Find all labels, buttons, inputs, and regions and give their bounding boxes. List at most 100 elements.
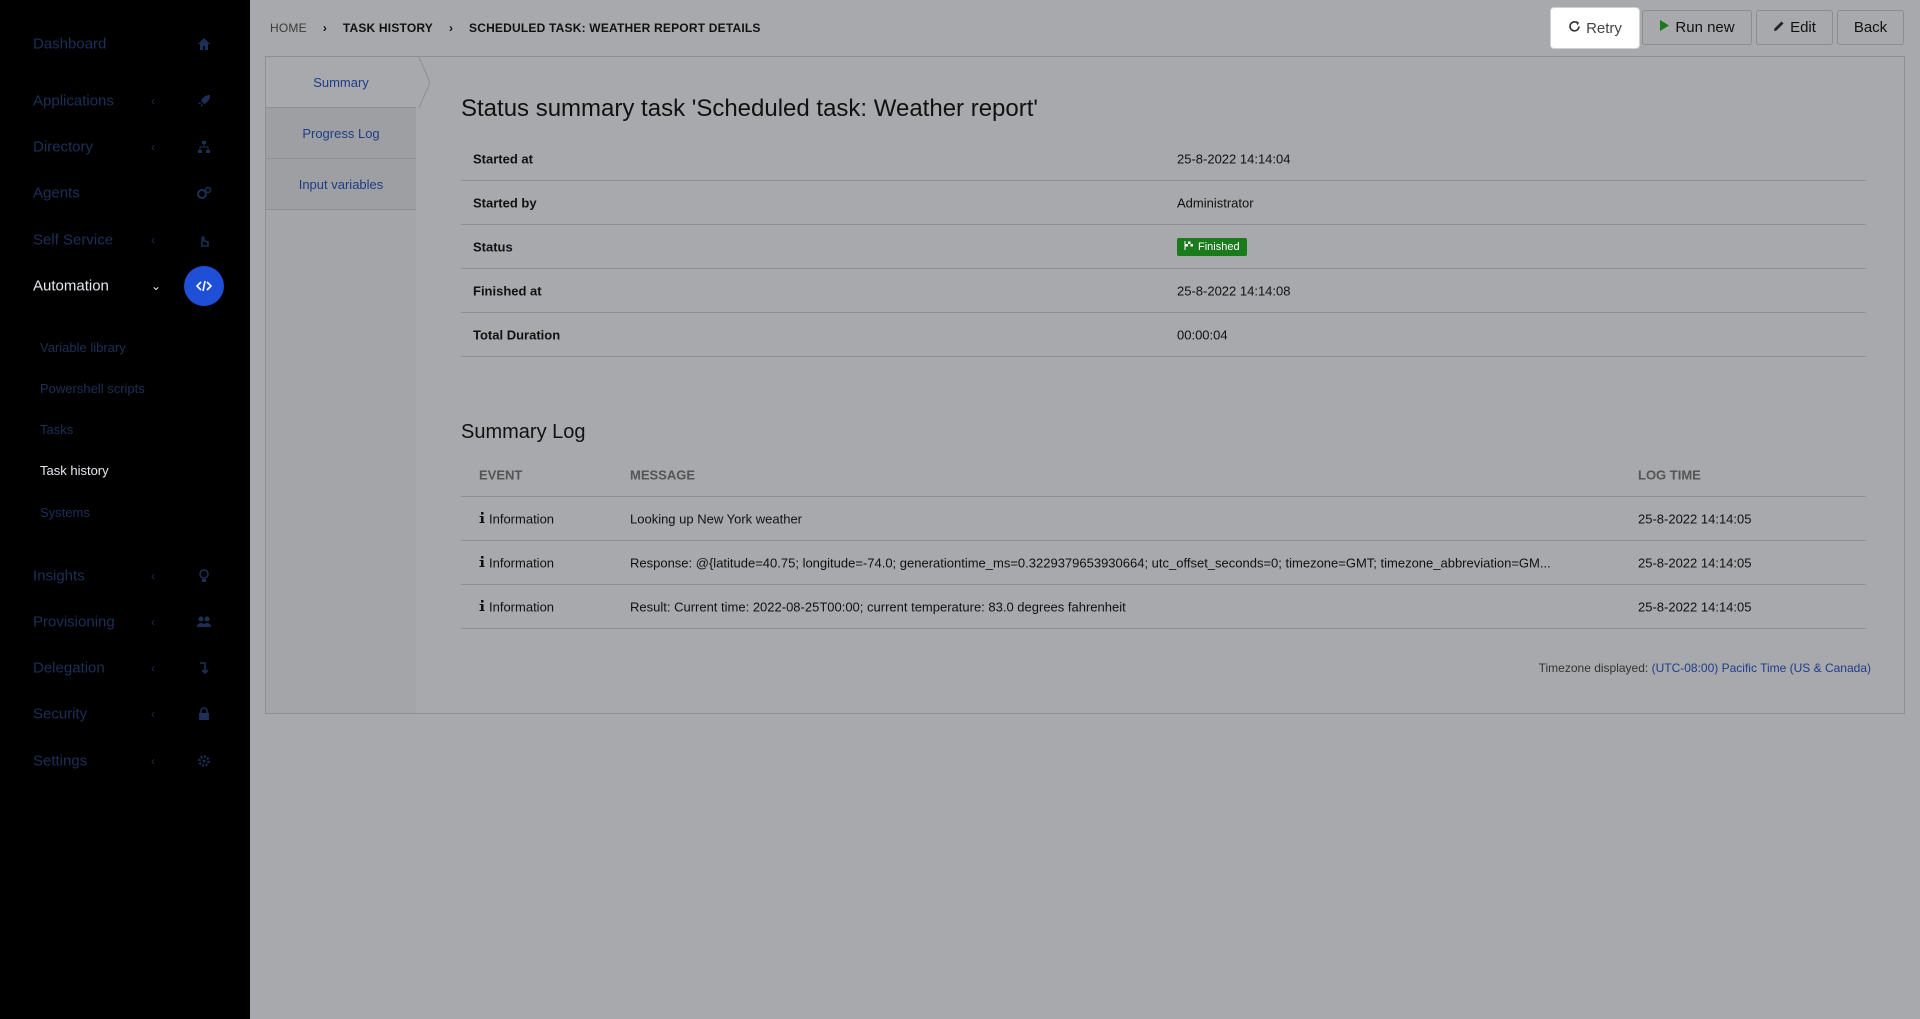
summary-row: Finished at 25-8-2022 14:14:08 bbox=[461, 269, 1866, 313]
timezone-link[interactable]: (UTC-08:00) Pacific Time (US & Canada) bbox=[1652, 661, 1871, 675]
summary-value: 25-8-2022 14:14:08 bbox=[1177, 283, 1291, 298]
summary-row: Started at 25-8-2022 14:14:04 bbox=[461, 137, 1866, 181]
log-message: Looking up New York weather bbox=[630, 511, 803, 526]
run-new-button-label: Run new bbox=[1675, 19, 1735, 36]
log-message: Response: @{latitude=40.75; longitude=-7… bbox=[630, 555, 1551, 570]
sidebar-item-label: Security bbox=[33, 705, 88, 723]
summary-label: Finished at bbox=[473, 283, 542, 298]
log-time: 25-8-2022 14:14:05 bbox=[1638, 555, 1752, 570]
log-message: Result: Current time: 2022-08-25T00:00; … bbox=[630, 599, 1126, 614]
log-event-label: Information bbox=[489, 599, 555, 614]
column-header-message: MESSAGE bbox=[630, 467, 696, 482]
tab-progress-log[interactable]: Progress Log bbox=[266, 108, 416, 159]
lightbulb-icon bbox=[184, 556, 224, 596]
sidebar-item-label: Insights bbox=[33, 567, 85, 585]
run-new-button[interactable]: Run new bbox=[1642, 10, 1752, 45]
log-table-header: EVENT MESSAGE LOG TIME bbox=[461, 453, 1866, 497]
tab-summary[interactable]: Summary bbox=[266, 57, 416, 108]
sidebar-item-security[interactable]: Security ‹ bbox=[0, 694, 250, 734]
page-title: Status summary task 'Scheduled task: Wea… bbox=[461, 95, 1038, 122]
back-button[interactable]: Back bbox=[1837, 10, 1904, 45]
level-down-icon bbox=[184, 648, 224, 688]
retry-button-label: Retry bbox=[1586, 19, 1622, 37]
tabs: Summary Progress Log Input variables bbox=[266, 57, 416, 210]
sidebar-item-label: Self Service bbox=[33, 231, 114, 249]
log-event: Information bbox=[479, 599, 554, 614]
column-header-log-time: LOG TIME bbox=[1638, 467, 1701, 482]
tab-input-variables[interactable]: Input variables bbox=[266, 159, 416, 210]
summary-row: Total Duration 00:00:04 bbox=[461, 313, 1866, 357]
sidebar-item-label: Settings bbox=[33, 752, 88, 770]
timezone-line: Timezone displayed: (UTC-08:00) Pacific … bbox=[461, 661, 1871, 675]
summary-label: Status bbox=[473, 239, 513, 254]
sidebar-item-delegation[interactable]: Delegation ‹ bbox=[0, 648, 250, 688]
log-event: Information bbox=[479, 555, 554, 570]
active-tab-pointer bbox=[416, 57, 430, 108]
sidebar-item-applications[interactable]: Applications ‹ bbox=[0, 81, 250, 121]
breadcrumb-home[interactable]: HOME bbox=[270, 21, 307, 35]
breadcrumb: HOME › TASK HISTORY › SCHEDULED TASK: WE… bbox=[270, 21, 761, 35]
play-icon bbox=[1659, 19, 1670, 36]
sidebar-subitem-systems[interactable]: Systems bbox=[40, 505, 90, 520]
log-event-label: Information bbox=[489, 511, 555, 526]
sidebar-item-label: Automation bbox=[33, 277, 109, 295]
home-icon bbox=[184, 24, 224, 64]
sidebar-item-label: Directory bbox=[33, 138, 94, 156]
sidebar-subitem-variable-library[interactable]: Variable library bbox=[40, 340, 126, 355]
flag-checkered-icon bbox=[1184, 240, 1194, 253]
chevron-right-icon: › bbox=[449, 21, 453, 35]
info-icon bbox=[479, 511, 485, 526]
breadcrumb-task-history[interactable]: TASK HISTORY bbox=[343, 21, 433, 35]
sidebar-item-directory[interactable]: Directory ‹ bbox=[0, 127, 250, 167]
sidebar-item-label: Applications bbox=[33, 92, 114, 110]
summary-value: 25-8-2022 14:14:04 bbox=[1177, 151, 1291, 166]
sidebar-item-insights[interactable]: Insights ‹ bbox=[0, 556, 250, 596]
sidebar: Dashboard Applications ‹ Directory ‹ Age… bbox=[0, 0, 250, 1019]
sidebar-item-automation[interactable]: Automation ⌄ bbox=[0, 266, 250, 306]
log-time: 25-8-2022 14:14:05 bbox=[1638, 511, 1752, 526]
hand-pointer-icon bbox=[184, 220, 224, 260]
chevron-left-icon: ‹ bbox=[151, 661, 155, 675]
status-badge-label: Finished bbox=[1198, 240, 1240, 253]
log-event-label: Information bbox=[489, 555, 555, 570]
sidebar-item-label: Delegation bbox=[33, 659, 105, 677]
edit-button[interactable]: Edit bbox=[1756, 10, 1833, 45]
sidebar-subitem-powershell-scripts[interactable]: Powershell scripts bbox=[40, 381, 145, 396]
chevron-left-icon: ‹ bbox=[151, 569, 155, 583]
log-time: 25-8-2022 14:14:05 bbox=[1638, 599, 1752, 614]
sidebar-item-label: Provisioning bbox=[33, 613, 115, 631]
info-icon bbox=[479, 555, 485, 570]
sidebar-subitem-tasks[interactable]: Tasks bbox=[40, 422, 73, 437]
chevron-down-icon: ⌄ bbox=[151, 279, 162, 293]
sidebar-item-settings[interactable]: Settings ‹ bbox=[0, 741, 250, 781]
retry-button[interactable]: Retry bbox=[1551, 8, 1639, 48]
sidebar-item-dashboard[interactable]: Dashboard bbox=[0, 24, 250, 64]
summary-row: Started by Administrator bbox=[461, 181, 1866, 225]
sidebar-item-label: Dashboard bbox=[33, 35, 107, 53]
log-event: Information bbox=[479, 511, 554, 526]
summary-value: 00:00:04 bbox=[1177, 327, 1228, 342]
summary-row: Status Finished bbox=[461, 225, 1866, 269]
sidebar-subitem-task-history[interactable]: Task history bbox=[40, 463, 109, 478]
breadcrumb-current: SCHEDULED TASK: WEATHER REPORT DETAILS bbox=[469, 21, 761, 35]
summary-label: Started at bbox=[473, 151, 533, 166]
sitemap-icon bbox=[184, 127, 224, 167]
back-button-label: Back bbox=[1853, 19, 1888, 36]
column-header-event: EVENT bbox=[479, 467, 523, 482]
cogs-icon bbox=[184, 173, 224, 213]
chevron-left-icon: ‹ bbox=[151, 754, 155, 768]
summary-label: Total Duration bbox=[473, 327, 561, 342]
summary-log-title: Summary Log bbox=[461, 421, 586, 443]
rocket-icon bbox=[184, 81, 224, 121]
code-icon bbox=[184, 266, 224, 306]
status-badge-wrap: Finished bbox=[1177, 237, 1247, 256]
gear-icon bbox=[184, 741, 224, 781]
users-icon bbox=[184, 602, 224, 642]
chevron-left-icon: ‹ bbox=[151, 615, 155, 629]
sidebar-item-self-service[interactable]: Self Service ‹ bbox=[0, 220, 250, 260]
sidebar-item-provisioning[interactable]: Provisioning ‹ bbox=[0, 602, 250, 642]
chevron-left-icon: ‹ bbox=[151, 707, 155, 721]
sidebar-item-label: Agents bbox=[33, 184, 80, 202]
sidebar-item-agents[interactable]: Agents bbox=[0, 173, 250, 213]
table-row: Information Result: Current time: 2022-0… bbox=[461, 585, 1866, 629]
